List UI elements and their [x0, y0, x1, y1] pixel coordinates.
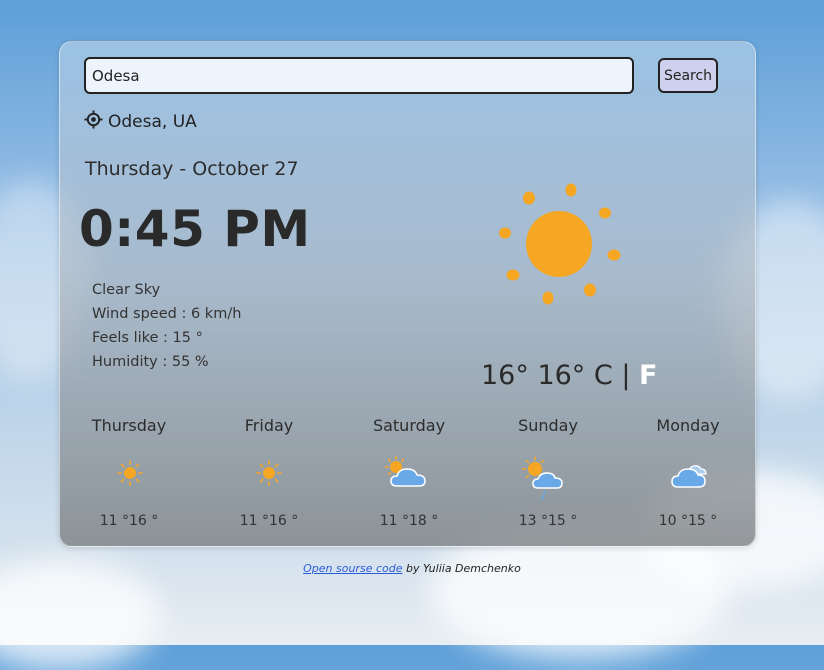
- current-date: Thursday - October 27: [85, 158, 299, 180]
- search-button[interactable]: Search: [658, 58, 718, 93]
- forecast-temps: 11 °18 °: [379, 513, 439, 529]
- background-cloud: [0, 560, 160, 670]
- sun-icon: [493, 180, 623, 314]
- footer: Open sourse code by Yuliia Demchenko: [0, 562, 824, 575]
- forecast-day-name: Monday: [656, 416, 720, 435]
- forecast-temps: 11 °16 °: [99, 513, 159, 529]
- sun-icon: [256, 460, 282, 490]
- cloud-icon: [670, 456, 708, 494]
- footer-author: by Yuliia Demchenko: [402, 562, 521, 575]
- fahrenheit-toggle[interactable]: F: [639, 360, 657, 391]
- open-source-link[interactable]: Open sourse code: [303, 562, 402, 575]
- forecast-day: Friday 11 °16 °: [209, 416, 329, 529]
- sun-cloud-icon: [383, 455, 429, 494]
- forecast-temps: 10 °15 °: [658, 513, 718, 529]
- forecast-day-name: Sunday: [518, 416, 578, 435]
- forecast-day-name: Saturday: [372, 416, 446, 435]
- weather-details: Clear Sky Wind speed : 6 km/h Feels like…: [92, 278, 241, 374]
- forecast-day: Monday 10 °15 °: [628, 416, 748, 529]
- city-search-input[interactable]: [84, 57, 634, 94]
- forecast-day: Sunday 13 °15 °: [488, 416, 608, 529]
- forecast-day-name: Thursday: [91, 416, 167, 435]
- weather-description: Clear Sky: [92, 282, 161, 298]
- humidity: Humidity : 55 %: [92, 354, 209, 370]
- current-location: Odesa, UA: [84, 110, 197, 134]
- sun-cloud-rain-icon: [520, 456, 566, 506]
- temperature-value: 16° 16° C: [481, 360, 613, 391]
- forecast-temps: 11 °16 °: [239, 513, 299, 529]
- forecast-temps: 13 °15 °: [518, 513, 578, 529]
- current-temperature: 16° 16° C | F: [481, 360, 657, 391]
- forecast-day: Thursday 11 °16 °: [69, 416, 189, 529]
- location-crosshair-icon[interactable]: [84, 110, 103, 134]
- feels-like: Feels like : 15 °: [92, 330, 203, 346]
- forecast-day: Saturday 11 °18 °: [349, 416, 469, 529]
- current-time: 0:45 PM: [79, 200, 311, 258]
- wind-speed: Wind speed : 6 km/h: [92, 306, 242, 322]
- weather-card: Search Odesa, UA Thursday - October 27 0…: [59, 41, 756, 547]
- location-label: Odesa, UA: [108, 112, 197, 132]
- sun-icon: [117, 460, 143, 490]
- forecast-day-name: Friday: [244, 416, 294, 435]
- unit-separator: |: [621, 360, 631, 391]
